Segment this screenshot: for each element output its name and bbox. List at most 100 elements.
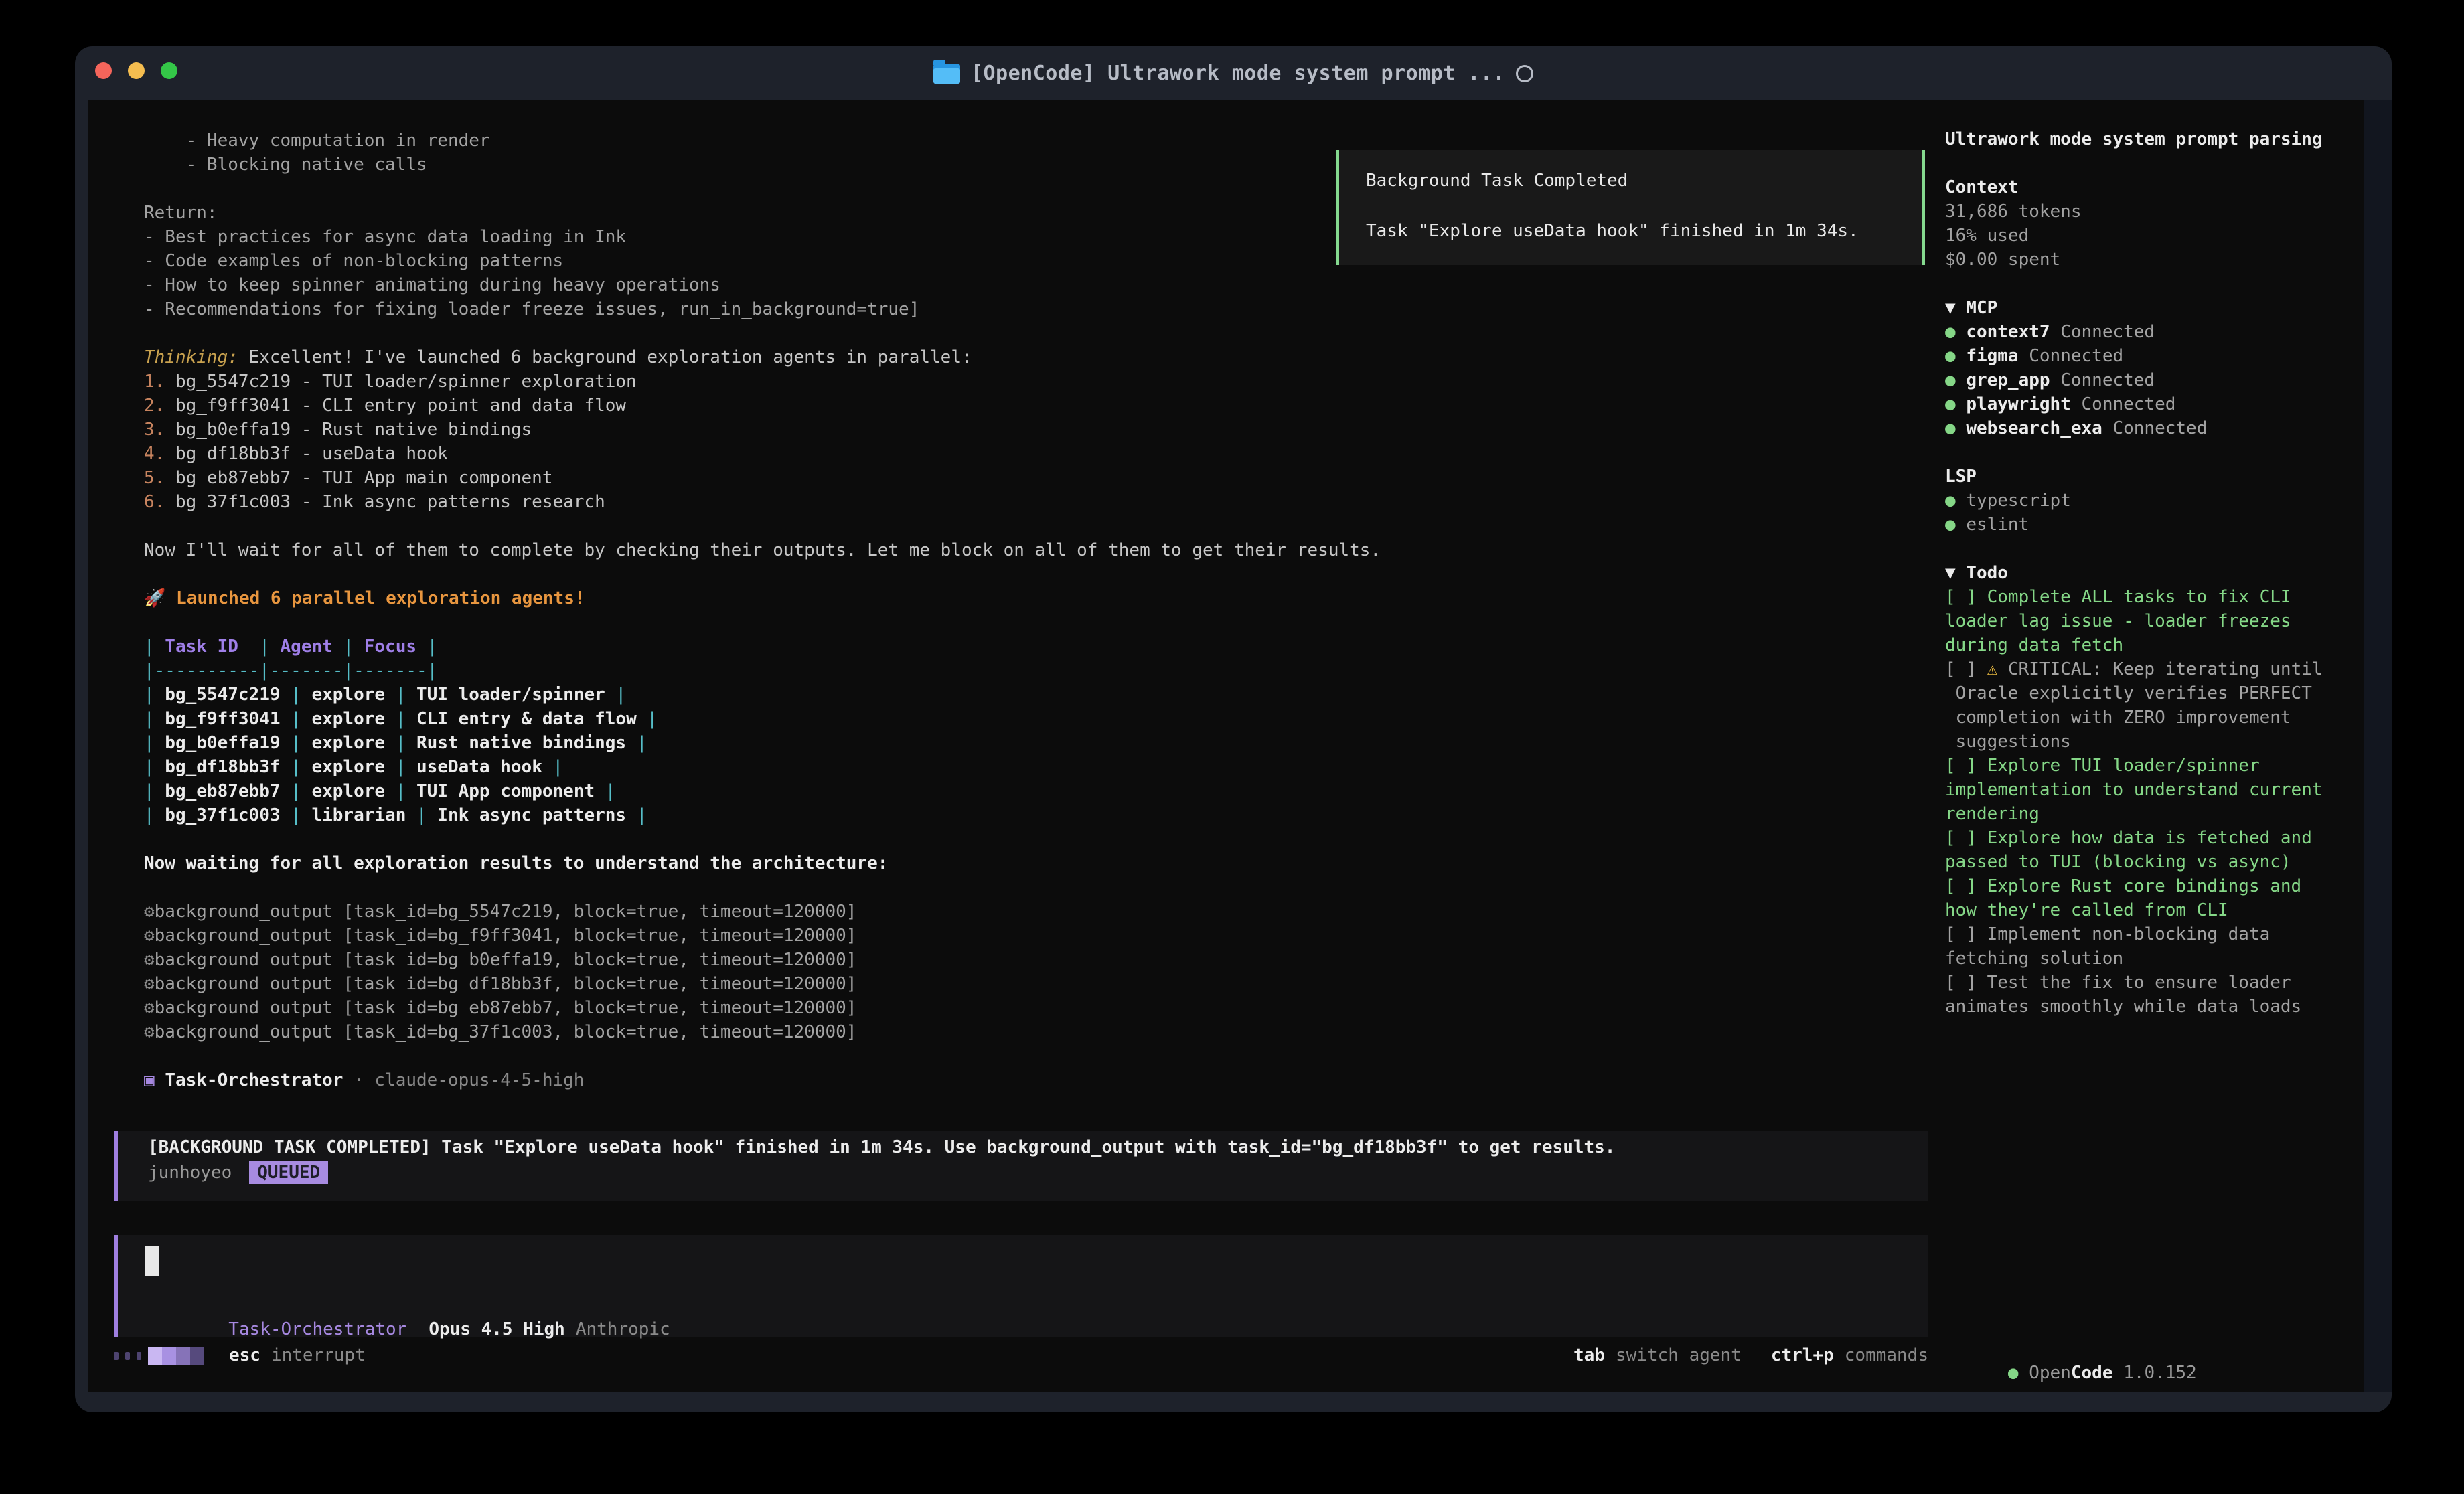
window-title-group: [OpenCode] Ultrawork mode system prompt … xyxy=(75,46,2392,100)
text-run: | xyxy=(291,685,301,705)
text-run: Ultrawork mode system prompt parsing xyxy=(1945,129,2323,149)
sidebar-line: ● playwright Connected xyxy=(1945,392,2374,416)
toast-body: Task "Explore useData hook" finished in … xyxy=(1366,221,1859,241)
text-run: bg_37f1c003 - Ink async patterns researc… xyxy=(175,492,605,512)
text-run: bg_df18bb3f - useData hook xyxy=(175,444,448,464)
text-run: Now waiting for all exploration results … xyxy=(144,853,888,874)
sidebar-line: fetching solution xyxy=(1945,946,2374,971)
text-run: figma xyxy=(1966,346,2018,366)
text-run: suggestions xyxy=(1945,732,2071,752)
sidebar-line xyxy=(1945,272,2374,296)
sidebar-line xyxy=(1945,440,2374,465)
text-run: background_output [task_id=bg_df18bb3f, … xyxy=(155,974,857,994)
spinner-dot xyxy=(137,1352,141,1360)
terminal-line: | Task ID | Agent | Focus | xyxy=(144,635,1381,659)
text-run: ⚙ xyxy=(144,902,155,922)
sidebar-line: during data fetch xyxy=(1945,633,2374,657)
text-run: 2. xyxy=(144,396,175,416)
terminal-line: ⚙background_output [task_id=bg_b0effa19,… xyxy=(144,948,1381,972)
text-run: | xyxy=(291,757,301,777)
text-run: | xyxy=(291,709,301,729)
toast-title: Background Task Completed xyxy=(1366,171,1628,191)
sidebar-line: [ ] Test the fix to ensure loader xyxy=(1945,971,2374,995)
text-run: Task ID xyxy=(155,637,260,657)
tab-action-label: switch agent xyxy=(1616,1345,1742,1365)
text-run: ▣ xyxy=(144,1070,165,1090)
text-run: background_output [task_id=bg_eb87ebb7, … xyxy=(155,998,857,1018)
text-run: websearch_exa xyxy=(1966,418,2102,438)
text-run: animates smoothly while data loads xyxy=(1945,997,2301,1017)
terminal-line xyxy=(144,876,1381,900)
text-run: during data fetch xyxy=(1945,635,2123,655)
completed-message: [BACKGROUND TASK COMPLETED] Task "Explor… xyxy=(148,1137,1615,1157)
completed-meta: junhoyeoQUEUED xyxy=(148,1163,328,1183)
text-run: playwright xyxy=(1966,394,2071,414)
sidebar-line: [ ] Explore Rust core bindings and xyxy=(1945,874,2374,898)
terminal-line: Return: xyxy=(144,201,1381,225)
folder-icon xyxy=(933,64,960,84)
text-run: CLI entry & data flow xyxy=(406,709,647,729)
sidebar-line: animates smoothly while data loads xyxy=(1945,995,2374,1019)
text-run: background_output [task_id=bg_5547c219, … xyxy=(155,902,857,922)
text-run: Connected xyxy=(2019,346,2124,366)
esc-key-label: esc xyxy=(229,1345,260,1365)
text-run: ⚙ xyxy=(144,974,155,994)
text-run: bg_5547c219 - TUI loader/spinner explora… xyxy=(175,371,637,392)
terminal-line: - Heavy computation in render xyxy=(144,129,1381,153)
text-run: - Blocking native calls xyxy=(144,155,427,175)
sidebar-line: Context xyxy=(1945,175,2374,199)
background-task-toast[interactable]: Background Task Completed Task "Explore … xyxy=(1336,150,1925,265)
text-run: ⚙ xyxy=(144,1022,155,1042)
text-run: bg_df18bb3f xyxy=(155,757,291,777)
text-run: Return: xyxy=(144,203,218,223)
text-run: Thinking: xyxy=(144,347,238,367)
terminal-line xyxy=(144,562,1381,586)
terminal-line: |----------|-------|-------| xyxy=(144,659,1381,683)
sidebar-line: Oracle explicitly verifies PERFECT xyxy=(1945,681,2374,706)
window-title: [OpenCode] Ultrawork mode system prompt … xyxy=(971,62,1505,85)
terminal-line: | bg_5547c219 | explore | TUI loader/spi… xyxy=(144,683,1381,707)
text-run: Now I'll wait for all of them to complet… xyxy=(144,540,1381,560)
sidebar-line: loader lag issue - loader freezes xyxy=(1945,609,2374,633)
text-run: - Recommendations for fixing loader free… xyxy=(144,299,919,319)
spinner-block xyxy=(162,1347,176,1365)
text-run: [ ] Test the fix to ensure loader xyxy=(1945,973,2291,993)
sidebar-line: ● figma Connected xyxy=(1945,344,2374,368)
text-run: eslint xyxy=(1966,515,2029,535)
text-run: | xyxy=(637,805,647,825)
provider-name: Anthropic xyxy=(576,1319,670,1339)
text-run: | xyxy=(647,709,658,729)
text-run: bg_37f1c003 xyxy=(155,805,291,825)
ctrlp-key-label: ctrl+p xyxy=(1771,1345,1834,1365)
text-run: ● xyxy=(1945,322,1966,342)
text-run: bg_b0effa19 - Rust native bindings xyxy=(175,420,532,440)
text-run: Oracle explicitly verifies PERFECT xyxy=(1945,683,2312,703)
text-run: LSP xyxy=(1945,467,1977,487)
text-run: | xyxy=(144,685,155,705)
text-run: | xyxy=(291,781,301,801)
text-run: ▼ MCP xyxy=(1945,298,1997,318)
sidebar-line: $0.00 spent xyxy=(1945,248,2374,272)
prompt-input-box[interactable]: Task-Orchestrator Opus 4.5 High Anthropic xyxy=(114,1235,1928,1337)
text-run: [ ] Explore how data is fetched and xyxy=(1945,828,2312,848)
text-run: ⚙ xyxy=(144,950,155,970)
text-run: | xyxy=(396,757,406,777)
sidebar-line: 31,686 tokens xyxy=(1945,199,2374,224)
text-run: context7 xyxy=(1966,322,2050,342)
app-name-open: Open xyxy=(2029,1363,2071,1383)
user-name: junhoyeo xyxy=(148,1163,232,1183)
text-run: | xyxy=(605,781,616,801)
spinner-block xyxy=(148,1347,162,1365)
terminal-line: - Code examples of non-blocking patterns xyxy=(144,249,1381,273)
sidebar-line xyxy=(1945,537,2374,561)
text-run: Connected xyxy=(2050,370,2155,390)
text-run: $0.00 spent xyxy=(1945,250,2060,270)
model-name[interactable]: Opus 4.5 High xyxy=(429,1319,565,1339)
agent-name[interactable]: Task-Orchestrator xyxy=(228,1319,406,1339)
sidebar-line: [ ] Explore TUI loader/spinner xyxy=(1945,754,2374,778)
text-run: CRITICAL: Keep iterating until xyxy=(2008,659,2323,679)
text-run: - Best practices for async data loading … xyxy=(144,227,626,247)
text-run: [ ] xyxy=(1945,659,1987,679)
text-run: explore xyxy=(301,733,396,753)
title-bar: [OpenCode] Ultrawork mode system prompt … xyxy=(75,46,2392,100)
